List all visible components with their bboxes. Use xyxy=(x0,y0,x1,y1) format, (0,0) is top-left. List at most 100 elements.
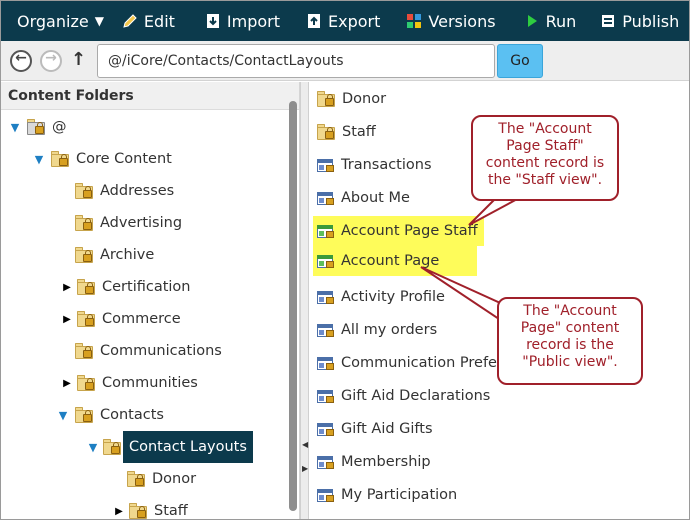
expand-toggle-icon[interactable]: ▶ xyxy=(61,378,73,389)
tree-node-commerce[interactable]: ▶ Commerce xyxy=(61,306,181,332)
expand-toggle-icon[interactable]: ▼ xyxy=(33,153,45,166)
tree-node-communities[interactable]: ▶ Communities xyxy=(61,370,198,396)
publish-button[interactable]: Publish xyxy=(584,1,687,41)
public-view-callout: The "Account Page" content record is the… xyxy=(497,297,643,385)
tree-node-contacts[interactable]: ▼ Contacts xyxy=(57,402,164,428)
tree-node-addresses[interactable]: Addresses xyxy=(75,178,174,204)
tree-node-certification[interactable]: ▶ Certification xyxy=(61,274,191,300)
list-item[interactable]: Communication Prefer xyxy=(313,348,509,378)
content-record-icon xyxy=(317,488,335,503)
list-item[interactable]: Staff xyxy=(313,117,382,147)
back-button[interactable]: ← xyxy=(10,50,32,72)
tree-node-archive[interactable]: Archive xyxy=(75,242,154,268)
list-item-account-page-staff[interactable]: Account Page Staff xyxy=(313,216,484,246)
run-label: Run xyxy=(545,11,577,31)
tree-node-label: Communications xyxy=(100,343,222,359)
tree-node-staff[interactable]: ▶ Staff xyxy=(113,498,188,519)
list-item[interactable]: Activity Profile xyxy=(313,282,451,312)
list-item[interactable]: My Participation xyxy=(313,480,463,510)
root-folder-icon xyxy=(27,119,45,135)
expand-toggle-icon[interactable]: ▶ xyxy=(113,506,125,517)
content-folders-header: Content Folders xyxy=(1,82,299,110)
tree-node-label: @ xyxy=(52,119,67,135)
forward-arrow-icon: → xyxy=(45,50,57,66)
locked-folder-icon xyxy=(75,407,93,423)
go-button[interactable]: Go xyxy=(497,44,543,78)
locked-folder-icon xyxy=(77,311,95,327)
publish-label: Publish xyxy=(622,11,680,31)
tree-node-root[interactable]: ▼ @ xyxy=(9,114,67,140)
tree-node-donor[interactable]: Donor xyxy=(127,466,196,492)
back-arrow-icon: ← xyxy=(15,50,27,66)
main-toolbar: Organize ▼ Edit Import Export Versions R… xyxy=(1,1,689,41)
item-label: Account Page Staff xyxy=(341,223,478,239)
versions-button[interactable]: Versions xyxy=(388,1,503,41)
up-folder-button[interactable]: ↑ xyxy=(71,49,86,70)
locked-folder-icon xyxy=(77,279,95,295)
path-input[interactable] xyxy=(97,44,495,78)
tree-node-core-content[interactable]: ▼ Core Content xyxy=(33,146,172,172)
tree-node-label: Contacts xyxy=(100,407,164,423)
edit-label: Edit xyxy=(143,11,175,31)
expand-toggle-icon[interactable]: ▶ xyxy=(61,282,73,293)
content-record-icon xyxy=(317,323,335,338)
tree-node-label: Commerce xyxy=(102,311,181,327)
list-item[interactable]: Transactions xyxy=(313,150,438,180)
tree-scrollbar[interactable] xyxy=(289,101,297,511)
versions-label: Versions xyxy=(428,11,496,31)
pane-splitter[interactable]: ◀ ▶ xyxy=(300,82,309,519)
list-item[interactable]: All my orders xyxy=(313,315,443,345)
list-item-account-page[interactable]: Account Page xyxy=(313,246,477,276)
import-icon xyxy=(205,13,221,29)
content-record-icon xyxy=(317,191,335,206)
import-button[interactable]: Import xyxy=(183,1,288,41)
pencil-icon xyxy=(122,13,138,29)
import-label: Import xyxy=(226,11,281,31)
address-bar: ← → ↑ Go xyxy=(1,41,689,81)
tree-node-contact-layouts[interactable]: ▼ Contact Layouts xyxy=(87,430,253,464)
content-record-icon xyxy=(317,158,335,173)
caret-down-icon: ▼ xyxy=(94,14,104,28)
content-folders-pane: Content Folders ▼ @ ▼ Core Content Addre… xyxy=(1,82,300,519)
organize-menu-button[interactable]: Organize ▼ xyxy=(1,1,112,41)
callout-line: the "Staff view". xyxy=(487,172,603,188)
publish-icon xyxy=(600,13,616,29)
expand-toggle-icon[interactable]: ▶ xyxy=(61,314,73,325)
export-icon xyxy=(306,13,322,29)
item-label: Account Page xyxy=(341,253,440,269)
collapse-right-icon[interactable]: ▶ xyxy=(302,464,308,473)
expand-toggle-icon[interactable]: ▼ xyxy=(87,441,99,454)
forward-button[interactable]: → xyxy=(40,50,62,72)
tree-node-advertising[interactable]: Advertising xyxy=(75,210,182,236)
tree-node-label: Addresses xyxy=(100,183,175,199)
item-label: Communication Prefer xyxy=(341,355,503,371)
content-record-icon xyxy=(317,290,335,305)
expand-toggle-icon[interactable]: ▼ xyxy=(57,409,69,422)
locked-folder-icon xyxy=(51,151,69,167)
export-label: Export xyxy=(328,11,381,31)
list-item[interactable]: Gift Aid Declarations xyxy=(313,381,496,411)
list-item[interactable]: About Me xyxy=(313,183,416,213)
published-record-icon xyxy=(317,254,335,269)
collapse-left-icon[interactable]: ◀ xyxy=(302,440,308,449)
item-label: Gift Aid Declarations xyxy=(341,388,491,404)
item-label: All my orders xyxy=(341,322,438,338)
expand-toggle-icon[interactable]: ▼ xyxy=(9,121,21,134)
list-item[interactable]: Membership xyxy=(313,447,437,477)
content-record-icon xyxy=(317,356,335,371)
edit-button[interactable]: Edit xyxy=(112,1,183,41)
callout-line: content record is xyxy=(485,155,605,171)
list-item[interactable]: Gift Aid Gifts xyxy=(313,414,439,444)
callout-line: Page" content xyxy=(520,320,620,336)
list-item[interactable]: Donor xyxy=(313,84,392,114)
locked-folder-icon xyxy=(127,471,145,487)
play-icon xyxy=(524,13,540,29)
published-record-icon xyxy=(317,224,335,239)
export-button[interactable]: Export xyxy=(288,1,388,41)
item-label: Transactions xyxy=(341,157,432,173)
tree-node-label: Advertising xyxy=(100,215,183,231)
locked-folder-icon xyxy=(75,247,93,263)
tree-node-communications[interactable]: Communications xyxy=(75,338,222,364)
locked-folder-icon xyxy=(77,375,95,391)
run-button[interactable]: Run xyxy=(504,1,585,41)
